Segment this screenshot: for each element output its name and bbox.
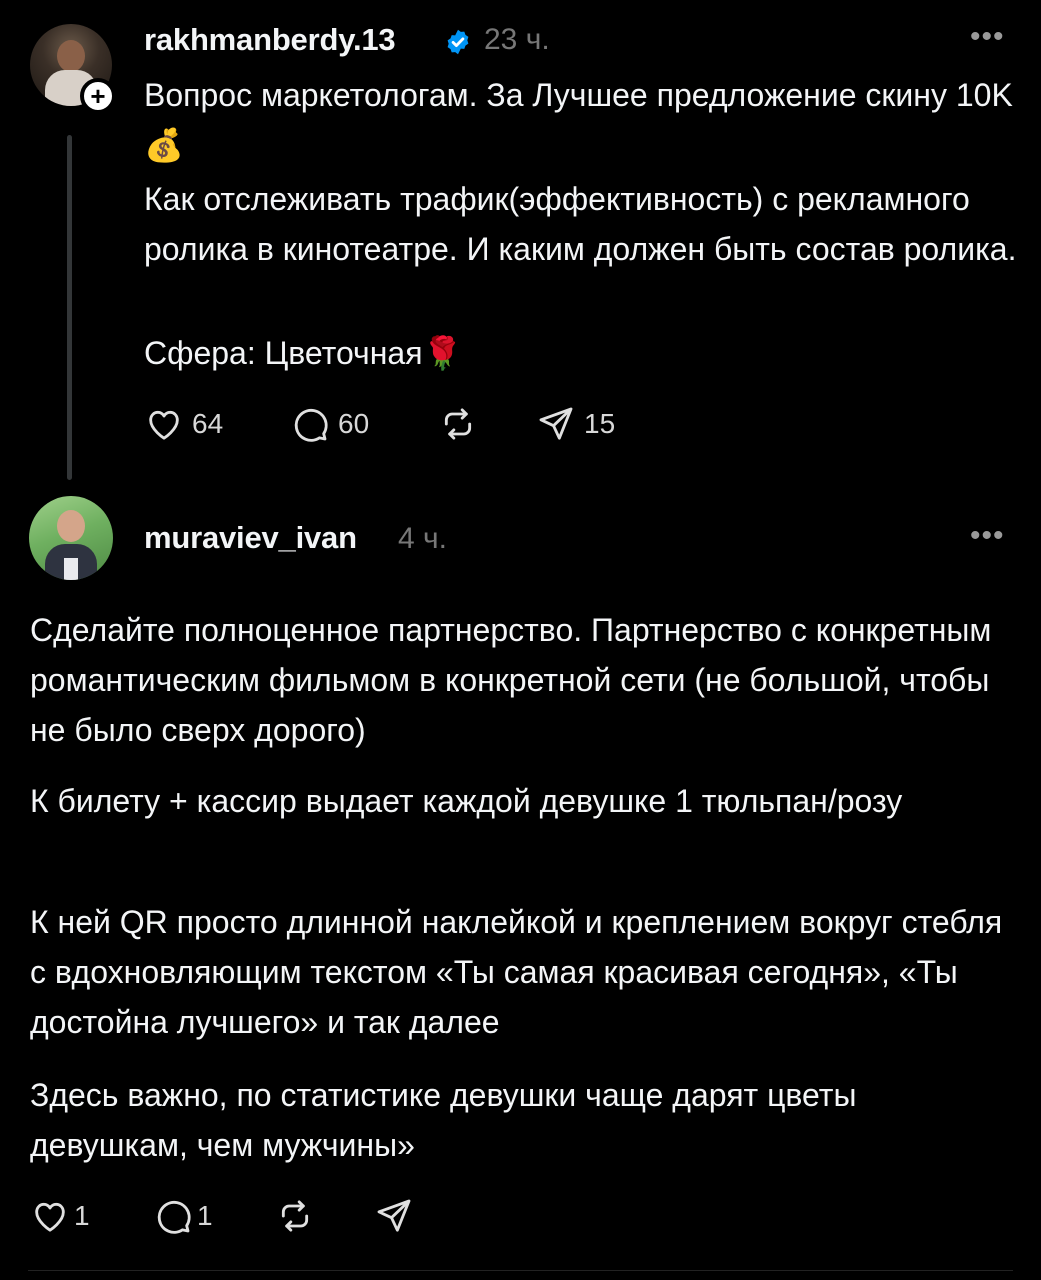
- comment-button[interactable]: 1: [153, 1196, 213, 1236]
- more-options-icon[interactable]: •••: [970, 521, 1005, 551]
- comment-count: 1: [197, 1200, 213, 1231]
- share-button[interactable]: [374, 1196, 414, 1236]
- post-time: 4 ч.: [398, 522, 447, 555]
- heart-icon: [35, 1202, 65, 1232]
- reply-text-paragraph: К билету + кассир выдает каждой девушке …: [30, 783, 903, 819]
- reply-text-paragraph: К ней QR просто длинной наклейкой и креп…: [30, 904, 1012, 1040]
- comment-icon: [157, 1200, 191, 1234]
- reply-text-paragraph: Сделайте полноценное партнерство. Партне…: [30, 612, 1001, 748]
- like-button[interactable]: 1: [30, 1196, 90, 1236]
- reply-text-paragraph: Здесь важно, по статистике девушки чаще …: [30, 1077, 866, 1163]
- repost-button[interactable]: [275, 1196, 315, 1236]
- post-username[interactable]: muraviev_ivan: [144, 520, 357, 556]
- thread-reply: muraviev_ivan 4 ч. ••• Сделайте полноцен…: [0, 0, 1041, 1271]
- like-count: 1: [74, 1200, 90, 1231]
- avatar[interactable]: [29, 496, 113, 580]
- divider: [28, 1270, 1013, 1271]
- repost-icon: [281, 1200, 309, 1232]
- share-icon: [377, 1199, 411, 1232]
